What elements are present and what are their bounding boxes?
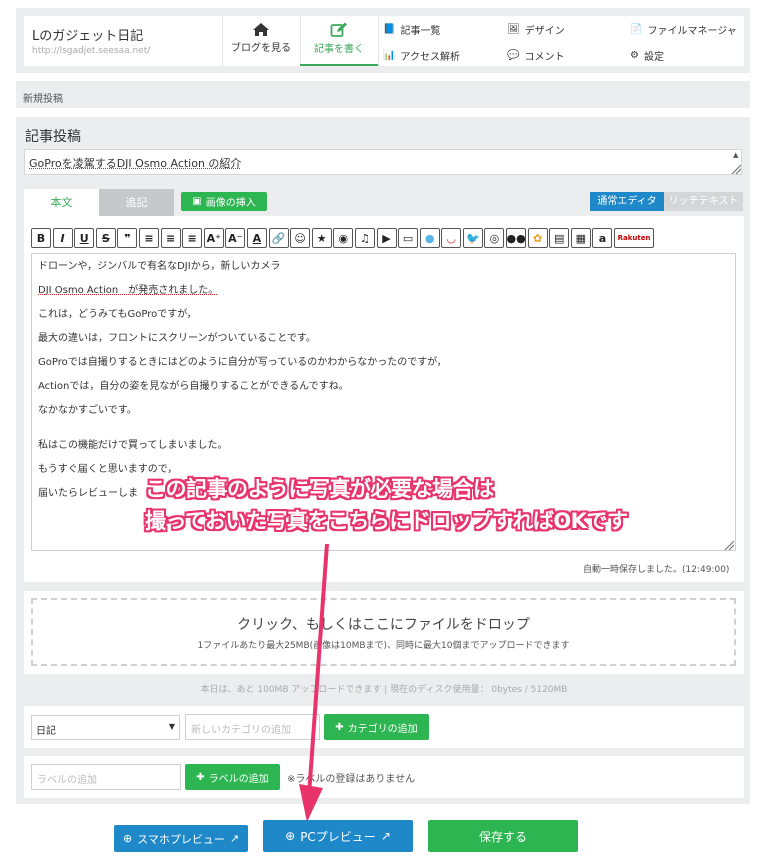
autosave-status: 自動一時保存しました。(12:49:00) bbox=[583, 565, 730, 575]
tab-extra[interactable]: 追記 bbox=[99, 189, 174, 216]
label-input[interactable]: ラベルの追加 bbox=[31, 764, 181, 790]
underline-icon[interactable]: U bbox=[74, 228, 95, 248]
youtube-icon[interactable]: ▶ bbox=[376, 228, 397, 248]
align-center-icon[interactable]: ≡ bbox=[160, 228, 181, 248]
quote-icon[interactable]: ❞ bbox=[117, 228, 138, 248]
body-line: DJI Osmo Action が発売されました。 bbox=[38, 285, 219, 296]
plus-icon: ✚ bbox=[335, 721, 344, 733]
body-line: 届いたらレビューしま bbox=[38, 488, 138, 499]
nav-write-post[interactable]: 記事を書く bbox=[300, 16, 378, 66]
pc-preview-button[interactable]: ⊕ PCプレビュー ↗ bbox=[263, 820, 413, 852]
external-link-icon: ↗ bbox=[229, 832, 240, 845]
music-icon[interactable]: ♫ bbox=[354, 228, 375, 248]
menu-post-list[interactable]: 📘 記事一覧 bbox=[383, 22, 440, 37]
add-category-button[interactable]: ✚ カテゴリの追加 bbox=[324, 714, 429, 740]
comment-icon: 💬 bbox=[507, 50, 520, 61]
home-icon bbox=[253, 23, 269, 36]
nav-write-label: 記事を書く bbox=[314, 44, 364, 55]
body-line: 私はこの機能だけで買ってしまいました。 bbox=[38, 440, 228, 451]
editor-toolbar: B I U S ❞ ≡ ≡ ≡ A⁺ A⁻ A 🔗 ☺ ★ ◉ ♫ ▶ ▭ ● … bbox=[31, 228, 655, 248]
browser-icon[interactable]: ▤ bbox=[549, 228, 570, 248]
normal-editor-button[interactable]: 通常エディタ bbox=[590, 192, 664, 211]
body-line: Actionでは，自分の姿を見ながら自撮りすることができるんですね。 bbox=[38, 381, 349, 392]
emoji-icon[interactable]: ☺ bbox=[290, 228, 311, 248]
section-title: 記事投稿 bbox=[25, 129, 81, 145]
menu-design[interactable]: 🖼 デザイン bbox=[507, 22, 565, 37]
external-link-icon: ↗ bbox=[380, 829, 391, 843]
smile-icon[interactable]: ◡ bbox=[441, 228, 462, 248]
dropzone-title: クリック、もしくはここにファイルをドロップ bbox=[237, 617, 530, 633]
smartphone-preview-button[interactable]: ⊕ スマホプレビュー ↗ bbox=[114, 825, 248, 852]
edit-icon bbox=[330, 22, 347, 37]
post-title-input[interactable]: GoProを凌駕するDJI Osmo Action の紹介 bbox=[24, 149, 742, 175]
resize-grip-icon[interactable] bbox=[731, 165, 741, 174]
photos-icon[interactable]: ✿ bbox=[527, 228, 548, 248]
amazon-icon[interactable]: a bbox=[592, 228, 613, 248]
blog-title[interactable]: Lのガジェット日記 bbox=[32, 25, 143, 44]
flickr-icon[interactable]: ●● bbox=[506, 228, 527, 248]
align-right-icon[interactable]: ≡ bbox=[182, 228, 203, 248]
chart-icon: 📊 bbox=[383, 50, 396, 61]
body-line: ドローンや，ジンバルで有名なDJIから，新しいカメラ bbox=[38, 261, 281, 272]
body-line: なかなかすごいです。 bbox=[38, 405, 137, 416]
divider bbox=[378, 16, 379, 66]
globe-icon[interactable]: ◉ bbox=[333, 228, 354, 248]
bold-icon[interactable]: B bbox=[31, 228, 51, 248]
annotation-arrow-icon bbox=[299, 543, 329, 822]
body-line: GoProでは自撮りするときにはどのように自分が写っているのかわからなかったので… bbox=[38, 357, 447, 368]
gear-icon: ⚙ bbox=[630, 50, 639, 61]
add-label-button[interactable]: ✚ ラベルの追加 bbox=[185, 764, 280, 790]
rich-text-button[interactable]: リッチテキスト bbox=[664, 192, 743, 211]
twitter-icon[interactable]: 🐦 bbox=[462, 228, 483, 248]
link-icon[interactable]: 🔗 bbox=[268, 228, 289, 248]
nav-view-blog[interactable]: ブログを見る bbox=[222, 16, 300, 66]
menu-comments[interactable]: 💬 コメント bbox=[507, 48, 564, 63]
body-line: これは，どうみてもGoProですが， bbox=[38, 309, 197, 320]
image-icon: 🖼 bbox=[507, 24, 520, 35]
plus-icon: ✚ bbox=[196, 771, 205, 783]
annotation-line-1: この記事のように写真が必要な場合は bbox=[145, 477, 494, 501]
document-icon[interactable]: ▦ bbox=[570, 228, 591, 248]
insert-image-button[interactable]: ▣ 画像の挿入 bbox=[181, 192, 267, 211]
category-select[interactable]: 日記 ▼ bbox=[31, 715, 180, 740]
menu-settings[interactable]: ⚙ 設定 bbox=[630, 48, 664, 63]
menu-access-analytics[interactable]: 📊 アクセス解析 bbox=[383, 48, 460, 63]
save-button[interactable]: 保存する bbox=[428, 820, 578, 852]
zoom-icon: ⊕ bbox=[285, 829, 296, 843]
image-icon: ▣ bbox=[192, 196, 202, 207]
tab-body[interactable]: 本文 bbox=[24, 189, 99, 216]
book-icon: 📘 bbox=[383, 24, 396, 35]
star-icon[interactable]: ★ bbox=[311, 228, 332, 248]
spin-up-icon[interactable]: ▲ bbox=[733, 151, 738, 159]
font-color-icon[interactable]: A bbox=[246, 228, 267, 248]
file-icon: 📄 bbox=[630, 24, 643, 35]
caret-down-icon: ▼ bbox=[168, 722, 175, 731]
font-size-up-icon[interactable]: A⁺ bbox=[203, 228, 224, 248]
italic-icon[interactable]: I bbox=[52, 228, 73, 248]
tv-icon[interactable]: ▭ bbox=[398, 228, 419, 248]
instagram-icon[interactable]: ◎ bbox=[484, 228, 505, 248]
rakuten-icon[interactable]: Rakuten bbox=[614, 228, 655, 248]
upload-quota: 本日は、あと 100MB アップロードできます | 現在のディスク使用量： 0b… bbox=[200, 685, 568, 695]
resize-grip-icon[interactable] bbox=[724, 540, 734, 550]
annotation-line-2: 撮っておいた写真をこちらにドロップすればOKです bbox=[145, 509, 628, 533]
zoom-icon: ⊕ bbox=[122, 832, 133, 845]
map-pin-icon[interactable]: ● bbox=[419, 228, 440, 248]
body-line: 最大の違いは，フロントにスクリーンがついていることです。 bbox=[38, 333, 316, 344]
menu-file-manager[interactable]: 📄 ファイルマネージャ bbox=[630, 22, 737, 37]
align-left-icon[interactable]: ≡ bbox=[138, 228, 159, 248]
breadcrumb: 新規投稿 bbox=[23, 94, 63, 105]
strike-icon[interactable]: S bbox=[95, 228, 116, 248]
blog-url[interactable]: http://lsgadjet.seesaa.net/ bbox=[32, 46, 150, 56]
breadcrumb-bar bbox=[16, 81, 750, 108]
font-size-down-icon[interactable]: A⁻ bbox=[225, 228, 246, 248]
dropzone-hint: 1ファイルあたり最大25MB(画像は10MBまで)、同時に最大10個までアップロ… bbox=[197, 641, 570, 651]
nav-view-label: ブログを見る bbox=[231, 43, 291, 54]
